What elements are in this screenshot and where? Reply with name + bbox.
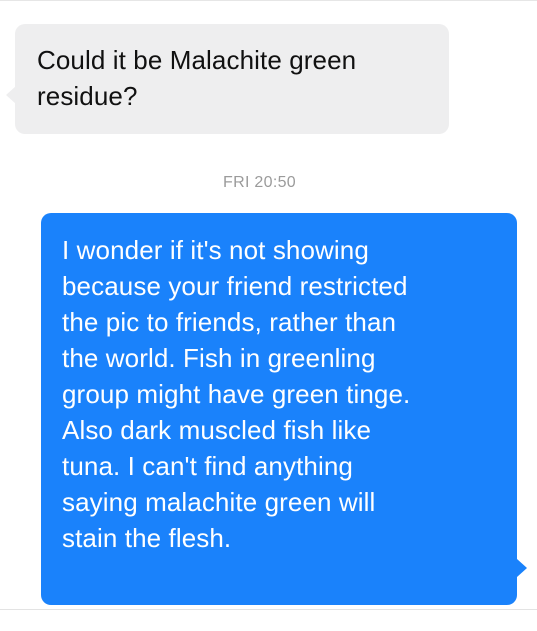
outgoing-message-text: I wonder if it's not showing because you… [62, 235, 411, 553]
composer-divider [0, 609, 537, 610]
outgoing-message-bubble[interactable]: I wonder if it's not showing because you… [41, 213, 527, 605]
top-divider [0, 0, 537, 1]
incoming-bubble-tail [6, 86, 16, 104]
incoming-message-text: Could it be Malachite green residue? [37, 45, 357, 111]
timestamp-label: FRI 20:50 [223, 174, 296, 191]
message-timestamp: FRI 20:50 [0, 173, 537, 193]
outgoing-bubble-tail [517, 559, 527, 577]
incoming-message-bubble[interactable]: Could it be Malachite green residue? [6, 24, 449, 134]
